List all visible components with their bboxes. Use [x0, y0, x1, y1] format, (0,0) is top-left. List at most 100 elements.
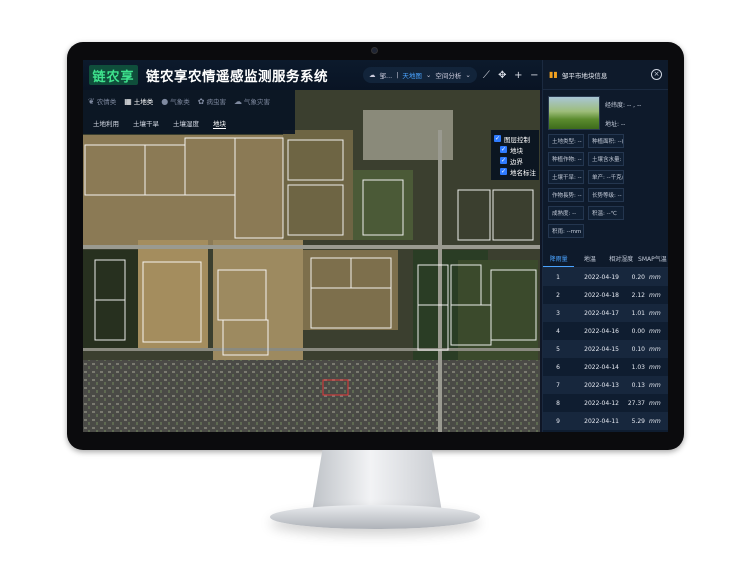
- tab-ground-temp[interactable]: 地温: [574, 252, 605, 267]
- ruler-icon[interactable]: ⟋: [480, 69, 493, 82]
- zoom-in-icon[interactable]: +: [512, 69, 525, 82]
- attribute-grid: 土地类型: -- 种植面积: --亩种植作物: -- 土壤含水量: --% 土壤干旱:…: [543, 130, 668, 238]
- row-value: 0.20: [631, 273, 645, 281]
- map-toolbar: ☁ 邹... | 天地图 ⌄ 空间分析 ⌄ ⟋ ✥ + − ⏻: [363, 67, 557, 83]
- row-index: 4: [556, 327, 560, 335]
- layer-parcel[interactable]: ✓ 地块: [494, 144, 536, 155]
- tab-smap-temp[interactable]: SMAP气温: [637, 252, 668, 267]
- row-unit: mm: [649, 399, 661, 407]
- table-row[interactable]: 7 2022-04-13 0.13 mm: [543, 376, 668, 394]
- subtab-parcel[interactable]: 地块: [213, 118, 226, 129]
- row-unit: mm: [649, 345, 661, 353]
- tab-weather[interactable]: ● 气象类: [159, 92, 191, 110]
- subtab-land-use[interactable]: 土地利用: [93, 118, 119, 128]
- table-row[interactable]: 4 2022-04-16 0.00 mm: [543, 322, 668, 340]
- table-row[interactable]: 8 2022-04-12 27.37 mm: [543, 394, 668, 412]
- attribute-chip: 成熟度: --: [548, 206, 584, 220]
- row-value: 5.29: [631, 417, 645, 425]
- coordinates-text: 经纬度: -- , --: [605, 102, 642, 109]
- monitor-frame: 链农享 链农享农情遥感监测服务系统 ☁ 邹... | 天地图 ⌄ 空间分析 ⌄ …: [67, 42, 684, 450]
- map-graphics: [83, 90, 540, 432]
- row-value: 0.00: [631, 327, 645, 335]
- row-value: 2.12: [631, 291, 645, 299]
- parcel-photo-row: 经纬度: -- , -- 地址: --: [543, 90, 668, 130]
- pest-icon: ✿: [197, 96, 205, 106]
- close-icon[interactable]: ×: [651, 69, 662, 80]
- tab-pest[interactable]: ✿ 病虫害: [196, 92, 228, 110]
- panel-header: ▮▮ 邹平市地块信息 ×: [543, 60, 668, 90]
- attribute-chip: 单产: --千克/亩: [588, 170, 624, 184]
- attribute-chip: 作物長势: --: [548, 188, 584, 202]
- layer-place-names[interactable]: ✓ 地名标注: [494, 166, 536, 177]
- checkbox-icon: ✓: [500, 157, 507, 164]
- tab-humidity[interactable]: 相对湿度: [606, 252, 637, 267]
- row-index: 3: [556, 309, 560, 317]
- row-unit: mm: [649, 309, 661, 317]
- satellite-map[interactable]: [83, 90, 540, 432]
- table-row[interactable]: 3 2022-04-17 1.01 mm: [543, 304, 668, 322]
- photo-meta: 经纬度: -- , -- 地址: --: [605, 96, 641, 130]
- row-date: 2022-04-18: [584, 291, 619, 299]
- chevron-down-icon: ⌄: [465, 71, 471, 79]
- row-index: 1: [556, 273, 560, 281]
- attribute-chip: 积温: --℃: [588, 206, 624, 220]
- move-icon[interactable]: ✥: [496, 69, 509, 82]
- zoom-out-icon[interactable]: −: [528, 69, 541, 82]
- subtab-soil-moisture[interactable]: 土壤湿度: [173, 118, 199, 128]
- attribute-chip: 种植作物: --: [548, 152, 584, 166]
- weather-icon: ●: [161, 96, 169, 106]
- attribute-chip: 土壤干旱: --: [548, 170, 584, 184]
- attribute-chip: 长势等级: --: [588, 188, 624, 202]
- base-map-select[interactable]: 天地图: [402, 70, 422, 80]
- row-value: 1.01: [631, 309, 645, 317]
- parcel-info-panel: ▮▮ 邹平市地块信息 × 经纬度: -- , -- 地址: -- 土地类型: -…: [542, 60, 668, 432]
- table-row[interactable]: 2 2022-04-18 2.12 mm: [543, 286, 668, 304]
- table-row[interactable]: 6 2022-04-14 1.03 mm: [543, 358, 668, 376]
- tab-rainfall[interactable]: 降雨量: [543, 252, 575, 267]
- app-title: 链农享农情遥感监测服务系统: [146, 69, 328, 85]
- table-row[interactable]: 102022-04-100.14mm: [543, 430, 668, 432]
- row-date: 2022-04-17: [584, 309, 619, 317]
- spatial-analysis-select[interactable]: 空间分析: [435, 70, 461, 80]
- search-text: 邹...: [379, 72, 393, 80]
- layer-boundary[interactable]: ✓ 边界: [494, 155, 536, 166]
- parcel-photo: [548, 96, 600, 130]
- row-date: 2022-04-19: [584, 273, 619, 281]
- divider: |: [396, 71, 399, 79]
- row-date: 2022-04-11: [584, 417, 619, 425]
- monitor-base: [270, 505, 480, 529]
- screen: 链农享 链农享农情遥感监测服务系统 ☁ 邹... | 天地图 ⌄ 空间分析 ⌄ …: [83, 60, 668, 432]
- table-row[interactable]: 5 2022-04-15 0.10 mm: [543, 340, 668, 358]
- chevron-down-icon: ⌄: [425, 71, 432, 79]
- map-search-box[interactable]: ☁ 邹... | 天地图 ⌄ 空间分析 ⌄: [363, 67, 477, 83]
- category-tabs: ❦ 农情类 ▦ 土地类 ● 气象类 ✿ 病虫害 ☁ 气象灾害: [83, 90, 295, 112]
- table-row[interactable]: 1 2022-04-19 0.20 mm: [543, 268, 668, 286]
- row-value: 1.03: [631, 363, 645, 371]
- sprout-icon: ❦: [88, 96, 95, 106]
- tab-farm[interactable]: ❦ 农情类: [86, 92, 118, 110]
- checkbox-icon: ✓: [494, 135, 501, 142]
- subtab-soil-drought[interactable]: 土壤干旱: [133, 118, 159, 128]
- rainfall-table: 1 2022-04-19 0.20 mm 2 2022-04-18 2.12 mm 3 2022-…: [543, 268, 668, 432]
- row-date: 2022-04-13: [584, 381, 619, 389]
- row-date: 2022-04-14: [584, 363, 619, 371]
- checkbox-icon: ✓: [500, 146, 507, 153]
- row-unit: mm: [649, 381, 661, 389]
- sub-tabs: 土地利用 土壤干旱 土壤湿度 地块: [83, 112, 295, 134]
- layer-control-title[interactable]: ✓ 图层控制: [494, 133, 536, 144]
- row-index: 8: [556, 399, 560, 407]
- app-logo: 链农享: [89, 65, 138, 85]
- bar-chart-icon: ▮▮: [549, 70, 558, 79]
- table-tabs: 降雨量 地温 相对湿度 SMAP气温: [543, 252, 668, 268]
- checkbox-icon: ✓: [500, 168, 507, 175]
- tab-land[interactable]: ▦ 土地类: [122, 92, 155, 110]
- row-value: 0.10: [631, 345, 645, 353]
- row-unit: mm: [649, 327, 661, 335]
- row-unit: mm: [649, 417, 661, 425]
- row-date: 2022-04-16: [584, 327, 619, 335]
- row-date: 2022-04-12: [584, 399, 619, 407]
- table-row[interactable]: 9 2022-04-11 5.29 mm: [543, 412, 668, 430]
- attribute-chip: 土地类型: --: [548, 134, 584, 148]
- tab-disaster[interactable]: ☁ 气象灾害: [232, 92, 272, 110]
- row-index: 9: [556, 417, 560, 425]
